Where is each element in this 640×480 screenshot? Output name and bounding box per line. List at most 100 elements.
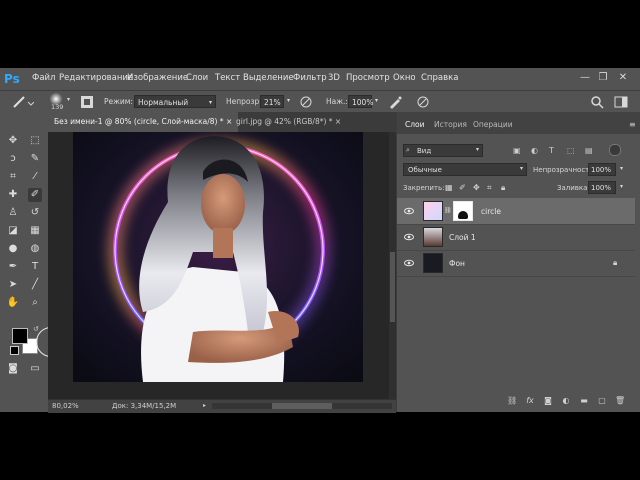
move-tool-icon[interactable]: ✥ xyxy=(6,134,20,148)
pressure-opacity-icon[interactable] xyxy=(299,95,313,109)
tab-actions[interactable]: Операции xyxy=(473,120,513,129)
menu-window[interactable]: Окно xyxy=(393,73,416,83)
opacity-input[interactable]: 21% xyxy=(260,95,284,108)
eye-icon[interactable] xyxy=(404,206,414,216)
airbrush-icon[interactable] xyxy=(388,95,402,109)
tab-history[interactable]: История xyxy=(434,120,467,129)
tab-layers[interactable]: Слои xyxy=(405,120,425,129)
eye-icon[interactable] xyxy=(404,232,414,242)
pen-tool-icon[interactable]: ✒ xyxy=(6,260,20,274)
filter-shape-icon[interactable]: ⬚ xyxy=(567,146,575,155)
layer-opacity-input[interactable]: 100% xyxy=(588,163,616,176)
menu-select[interactable]: Выделение xyxy=(243,73,294,83)
eyedropper-tool-icon[interactable]: ⁄ xyxy=(28,170,42,184)
lock-position-icon[interactable]: ✥ xyxy=(473,183,480,192)
lock-pixels-icon[interactable]: ✐ xyxy=(459,183,466,192)
layer-row-layer1[interactable]: Слой 1 xyxy=(397,224,635,251)
menu-type[interactable]: Текст xyxy=(215,73,240,83)
scroll-thumb[interactable] xyxy=(390,252,395,322)
menu-3d[interactable]: 3D xyxy=(328,73,340,83)
brush-tool-icon[interactable]: ✐ xyxy=(28,188,42,202)
brush-picker-arrow-icon[interactable]: ▾ xyxy=(67,96,70,103)
menu-file[interactable]: Файл xyxy=(32,73,55,83)
document-canvas[interactable] xyxy=(73,132,363,382)
mode-select[interactable]: Нормальный ▾ xyxy=(134,95,216,108)
link-icon[interactable]: ⛓ xyxy=(444,207,452,214)
layer-name[interactable]: Фон xyxy=(449,259,465,268)
layer-row-background[interactable]: Фон 🔒︎ xyxy=(397,250,635,277)
eraser-tool-icon[interactable]: ◪ xyxy=(6,224,20,238)
link-layers-icon[interactable]: ⛓ xyxy=(507,396,517,406)
quick-select-tool-icon[interactable]: ✎ xyxy=(28,152,42,166)
layer-name[interactable]: Слой 1 xyxy=(449,233,476,242)
stamp-tool-icon[interactable]: ♙ xyxy=(6,206,20,220)
new-group-icon[interactable]: ▬ xyxy=(579,396,589,406)
menu-filter[interactable]: Фильтр xyxy=(293,73,327,83)
search-icon[interactable] xyxy=(590,95,604,109)
blur-tool-icon[interactable]: ● xyxy=(6,242,20,256)
trash-icon[interactable]: 🗑︎ xyxy=(615,396,625,406)
canvas-area[interactable] xyxy=(48,132,389,399)
filter-adjust-icon[interactable]: ◐ xyxy=(531,146,538,155)
layer-name[interactable]: circle xyxy=(481,207,501,216)
chevron-down-icon[interactable]: ▾ xyxy=(620,183,623,190)
close-window-button[interactable]: ✕ xyxy=(616,70,630,86)
tab-girl-jpg[interactable]: girl.jpg @ 42% (RGB/8*) * × xyxy=(230,112,347,132)
brush-tool-icon[interactable] xyxy=(10,95,34,109)
menu-edit[interactable]: Редактирование xyxy=(59,73,133,83)
filter-pixel-icon[interactable]: ▣ xyxy=(513,146,521,155)
new-layer-icon[interactable]: ▢ xyxy=(597,396,607,406)
layer-thumbnail[interactable] xyxy=(423,227,443,247)
dodge-tool-icon[interactable]: ◍ xyxy=(28,242,42,256)
flow-arrow-icon[interactable]: ▾ xyxy=(375,97,378,104)
lock-all-icon[interactable]: 🔒︎ xyxy=(501,183,505,193)
brush-panel-icon[interactable] xyxy=(80,95,94,109)
minimize-button[interactable]: — xyxy=(578,70,592,86)
layer-filter-select[interactable]: ⌕ Вид ▾ xyxy=(403,144,483,157)
panel-menu-icon[interactable]: ≡ xyxy=(629,120,636,129)
vertical-scrollbar[interactable] xyxy=(389,132,396,399)
layer-mask-thumbnail[interactable] xyxy=(453,201,473,221)
menu-view[interactable]: Просмотр xyxy=(346,73,390,83)
tab-document-1[interactable]: Без имени-1 @ 80% (circle, Слой-маска/8)… xyxy=(48,112,239,132)
eye-icon[interactable] xyxy=(404,258,414,268)
zoom-level[interactable]: 80,02% xyxy=(52,402,79,410)
lock-artboard-icon[interactable]: ⌗ xyxy=(487,183,492,193)
lock-transparent-icon[interactable]: ▦ xyxy=(445,183,453,192)
screen-mode-icon[interactable]: ▭ xyxy=(28,362,42,376)
pressure-size-icon[interactable] xyxy=(416,95,430,109)
healing-tool-icon[interactable]: ✚ xyxy=(6,188,20,202)
adjustment-layer-icon[interactable]: ◐ xyxy=(561,396,571,406)
horizontal-scrollbar[interactable] xyxy=(212,403,392,409)
zoom-tool-icon[interactable]: ⌕ xyxy=(28,296,42,310)
add-mask-icon[interactable]: ◙ xyxy=(543,396,553,406)
chevron-down-icon[interactable]: ▾ xyxy=(620,165,623,172)
menu-help[interactable]: Справка xyxy=(421,73,458,83)
path-select-tool-icon[interactable]: ➤ xyxy=(6,278,20,292)
restore-button[interactable]: ❐ xyxy=(596,70,610,86)
layer-thumbnail[interactable] xyxy=(423,201,443,221)
opacity-arrow-icon[interactable]: ▾ xyxy=(287,97,290,104)
fill-input[interactable]: 100% xyxy=(588,181,616,194)
menu-layers[interactable]: Слои xyxy=(186,73,208,83)
status-arrow-icon[interactable]: ▸ xyxy=(203,402,206,409)
swap-colors-icon[interactable]: ↺ xyxy=(33,325,39,333)
quick-mask-icon[interactable]: ◙ xyxy=(6,362,20,376)
close-icon[interactable]: × xyxy=(335,117,341,126)
filter-smart-icon[interactable]: ▤ xyxy=(585,146,593,155)
fx-icon[interactable]: fx xyxy=(525,396,535,406)
workspace-icon[interactable] xyxy=(614,95,628,109)
gradient-tool-icon[interactable]: ▦ xyxy=(28,224,42,238)
line-tool-icon[interactable]: ╱ xyxy=(28,278,42,292)
flow-input[interactable]: 100% xyxy=(348,95,373,108)
scroll-thumb[interactable] xyxy=(272,403,332,409)
filter-type-icon[interactable]: T xyxy=(549,146,554,155)
filter-toggle-icon[interactable] xyxy=(609,144,621,156)
default-colors-icon[interactable] xyxy=(10,346,19,355)
crop-tool-icon[interactable]: ⌗ xyxy=(6,170,20,184)
hand-tool-icon[interactable]: ✋ xyxy=(6,296,20,310)
history-brush-tool-icon[interactable]: ↺ xyxy=(28,206,42,220)
lasso-tool-icon[interactable]: ↄ xyxy=(6,152,20,166)
blend-mode-select[interactable]: Обычные ▾ xyxy=(403,163,527,176)
type-tool-icon[interactable]: T xyxy=(28,260,42,274)
